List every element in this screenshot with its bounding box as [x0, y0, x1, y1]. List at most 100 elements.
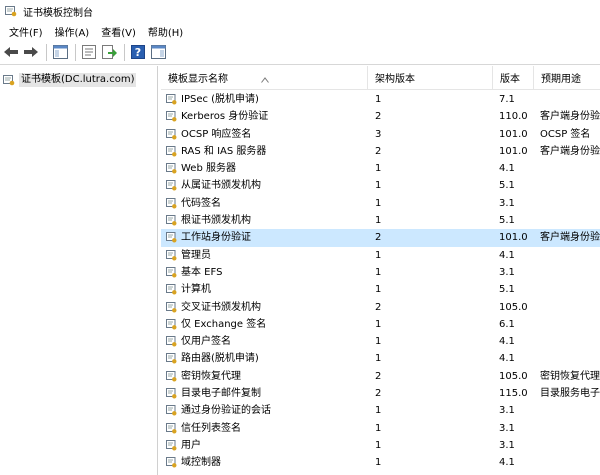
menu-view[interactable]: 查看(V)	[95, 24, 142, 39]
table-row[interactable]: 密钥恢复代理 2 105.0 密钥恢复代理	[161, 368, 600, 385]
intended-purpose	[540, 195, 600, 212]
certificate-template-icon	[166, 284, 177, 295]
table-row[interactable]: 域控制器 1 4.1	[161, 454, 600, 471]
table-row[interactable]: 工作站身份验证 2 101.0 客户端身份验	[161, 229, 600, 247]
table-row[interactable]: 从属证书颁发机构 1 5.1	[161, 177, 600, 194]
certificate-template-icon	[166, 457, 177, 468]
toolbar-separator	[46, 43, 47, 61]
certificate-template-icon	[166, 318, 177, 330]
column-header-schema[interactable]: 架构版本	[368, 66, 493, 90]
intended-purpose	[540, 91, 600, 108]
schema-version: 1	[375, 215, 382, 227]
sort-ascending-icon	[261, 67, 269, 83]
schema-version: 1	[375, 266, 382, 278]
template-name: Kerberos 身份验证	[181, 111, 269, 123]
menu-help[interactable]: 帮助(H)	[142, 24, 189, 39]
intended-purpose	[540, 437, 600, 454]
properties-icon[interactable]	[80, 43, 98, 61]
schema-version: 1	[375, 353, 382, 365]
table-row[interactable]: 路由器(脱机申请) 1 4.1	[161, 350, 600, 367]
table-row[interactable]: RAS 和 IAS 服务器 2 101.0 客户端身份验	[161, 143, 600, 160]
intended-purpose: 客户端身份验	[540, 145, 600, 157]
template-name: 工作站身份验证	[181, 232, 251, 244]
schema-version: 2	[375, 388, 382, 400]
table-row[interactable]: 信任列表签名 1 3.1	[161, 420, 600, 437]
list-rows: IPSec (脱机申请) 1 7.1 Kerberos 身份验证 2 110.0 客户端身份…	[161, 91, 600, 472]
intended-purpose: 客户端身份验	[540, 111, 600, 123]
intended-purpose	[540, 299, 600, 316]
show-tree-icon[interactable]	[51, 43, 69, 61]
table-row[interactable]: 仅用户签名 1 4.1	[161, 333, 600, 350]
certificate-template-icon	[166, 145, 177, 157]
certificate-template-icon	[166, 197, 177, 209]
column-header-version[interactable]: 版本	[493, 66, 534, 90]
menu-action[interactable]: 操作(A)	[49, 24, 96, 39]
table-row[interactable]: 计算机 1 5.1	[161, 281, 600, 298]
schema-version: 1	[375, 197, 382, 209]
table-row[interactable]: IPSec (脱机申请) 1 7.1	[161, 91, 600, 108]
svg-text:?: ?	[135, 46, 141, 59]
template-name: 用户	[181, 439, 201, 451]
schema-version: 1	[375, 163, 382, 175]
template-version: 105.0	[499, 301, 528, 313]
certificate-template-icon	[166, 439, 177, 451]
template-version: 105.0	[499, 370, 528, 382]
template-version: 5.1	[499, 215, 515, 227]
menu-file[interactable]: 文件(F)	[3, 24, 49, 39]
template-version: 3.1	[499, 439, 515, 451]
table-row[interactable]: 管理员 1 4.1	[161, 247, 600, 264]
list-header: 模板显示名称 架构版本 版本 预期用途	[161, 66, 600, 90]
schema-version: 1	[375, 336, 382, 348]
certificate-template-icon	[166, 215, 177, 226]
intended-purpose	[540, 177, 600, 194]
template-version: 3.1	[499, 197, 515, 209]
column-header-name[interactable]: 模板显示名称	[161, 66, 368, 90]
table-row[interactable]: 基本 EFS 1 3.1	[161, 264, 600, 281]
intended-purpose	[540, 264, 600, 281]
table-row[interactable]: 根证书颁发机构 1 5.1	[161, 212, 600, 229]
certificate-templates-icon	[3, 74, 15, 86]
forward-arrow-icon[interactable]	[22, 43, 40, 61]
column-header-purpose[interactable]: 预期用途	[534, 66, 600, 90]
template-version: 5.1	[499, 284, 515, 296]
template-name: 管理员	[181, 249, 211, 261]
intended-purpose	[540, 316, 600, 333]
table-row[interactable]: Web 服务器 1 4.1	[161, 160, 600, 177]
intended-purpose: OCSP 签名	[540, 128, 591, 140]
show-action-pane-icon[interactable]	[149, 43, 167, 61]
table-row[interactable]: 通过身份验证的会话 1 3.1	[161, 402, 600, 419]
schema-version: 1	[375, 180, 382, 192]
schema-version: 1	[375, 94, 382, 105]
schema-version: 2	[375, 145, 382, 157]
table-row[interactable]: 代码签名 1 3.1	[161, 195, 600, 212]
tree-item-certificate-templates[interactable]: 证书模板(DC.lutra.com)	[3, 72, 137, 87]
template-name: 目录电子邮件复制	[181, 388, 261, 400]
template-version: 4.1	[499, 336, 515, 348]
table-row[interactable]: OCSP 响应签名 3 101.0 OCSP 签名	[161, 126, 600, 143]
export-list-icon[interactable]	[100, 43, 118, 61]
certificate-template-icon	[166, 370, 177, 382]
template-name: 路由器(脱机申请)	[181, 353, 259, 365]
template-version: 3.1	[499, 405, 515, 417]
intended-purpose	[540, 402, 600, 419]
help-icon[interactable]: ?	[129, 43, 147, 61]
back-arrow-icon[interactable]	[2, 43, 20, 61]
certificate-template-icon	[166, 405, 177, 416]
table-row[interactable]: 目录电子邮件复制 2 115.0 目录服务电子	[161, 385, 600, 402]
template-name: 仅用户签名	[181, 336, 231, 348]
table-row[interactable]: Kerberos 身份验证 2 110.0 客户端身份验	[161, 108, 600, 125]
schema-version: 2	[375, 232, 382, 244]
template-version: 4.1	[499, 249, 515, 261]
certificate-template-icon	[166, 388, 177, 399]
template-version: 115.0	[499, 388, 528, 400]
table-row[interactable]: 用户 1 3.1	[161, 437, 600, 454]
table-row[interactable]: 仅 Exchange 签名 1 6.1	[161, 316, 600, 333]
menu-bar: 文件(F) 操作(A) 查看(V) 帮助(H)	[0, 22, 600, 40]
certificate-template-icon	[166, 336, 177, 347]
tree-item-label: 证书模板(DC.lutra.com)	[19, 72, 137, 87]
template-name: IPSec (脱机申请)	[181, 94, 259, 105]
console-tree: 证书模板(DC.lutra.com)	[0, 66, 158, 475]
intended-purpose	[540, 420, 600, 437]
table-row[interactable]: 交叉证书颁发机构 2 105.0	[161, 299, 600, 316]
template-version: 4.1	[499, 163, 515, 175]
